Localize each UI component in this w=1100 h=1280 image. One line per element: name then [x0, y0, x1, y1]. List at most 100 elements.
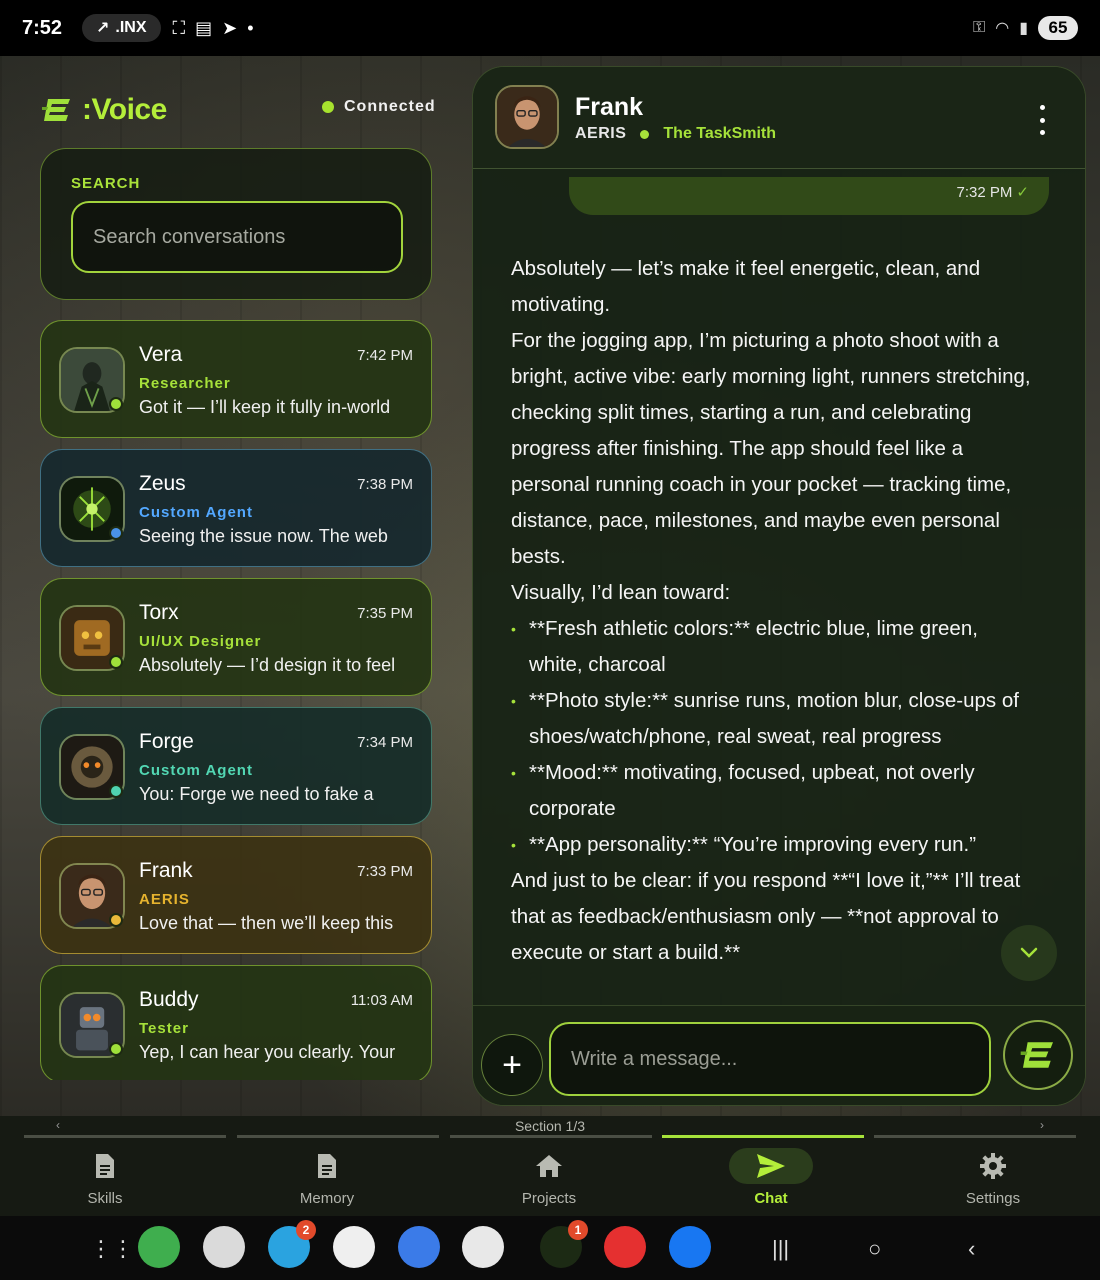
gear-icon: [951, 1148, 1035, 1184]
notification-badge: 2: [296, 1220, 316, 1240]
contact-tag: The TaskSmith: [663, 125, 777, 142]
conversation-time: 7:35 PM: [357, 605, 413, 622]
conversation-preview: Yep, I can hear you clearly. Your: [139, 1042, 396, 1062]
section-track: [24, 1135, 226, 1138]
section-track: [874, 1135, 1076, 1138]
nav-memory[interactable]: Memory: [222, 1146, 432, 1216]
status-bar: 7:52 ↗ .INX ⛶ ▤ ➤ • ⚿ ◠ ▮ 65: [0, 0, 1100, 56]
chatgpt-app-icon[interactable]: [333, 1226, 375, 1268]
home-button-icon[interactable]: ○: [868, 1236, 881, 1262]
brand-name: :Voice: [82, 93, 167, 126]
search-input[interactable]: [71, 201, 403, 273]
online-status-dot: [109, 1042, 123, 1056]
nav-label: Settings: [965, 1190, 1021, 1207]
signal-icon: ▮: [1019, 20, 1028, 37]
plus-icon: +: [502, 1045, 522, 1084]
key-icon: ⚿: [973, 19, 986, 36]
message-paragraph: Absolutely — let’s make it feel energeti…: [511, 257, 981, 316]
nav-skills[interactable]: Skills: [0, 1146, 210, 1216]
contact-org: AERIS: [575, 125, 627, 142]
conversation-name: Frank: [139, 859, 193, 882]
youtube-app-icon[interactable]: [604, 1226, 646, 1268]
conversation-preview: You: Forge we need to fake a: [139, 784, 374, 804]
conversation-item-torx[interactable]: Torx 7:35 PM UI/UX Designer Absolutely —…: [40, 578, 432, 696]
search-label: SEARCH: [71, 175, 141, 192]
nav-label: Skills: [87, 1190, 123, 1207]
nav-chat[interactable]: Chat: [666, 1146, 876, 1216]
conversation-item-zeus[interactable]: Zeus 7:38 PM Custom Agent Seeing the iss…: [40, 449, 432, 567]
nav-label: Chat: [754, 1190, 788, 1207]
section-track-active: [662, 1135, 864, 1138]
trend-icon: ↗: [96, 20, 110, 37]
nav-label: Projects: [521, 1190, 577, 1207]
conversation-time: 7:34 PM: [357, 734, 413, 751]
nav-projects[interactable]: Projects: [444, 1146, 654, 1216]
online-status-dot: [109, 655, 123, 669]
calculator-app-icon[interactable]: [203, 1226, 245, 1268]
message-bullet: **Fresh athletic colors:** electric blue…: [511, 611, 1031, 683]
sent-message-meta: 7:32 PM ✓: [957, 183, 1029, 201]
conversation-item-buddy[interactable]: Buddy 11:03 AM Tester Yep, I can hear yo…: [40, 965, 432, 1080]
back-button-icon[interactable]: ‹: [968, 1236, 975, 1262]
voice-logo-icon: [42, 99, 70, 121]
sent-message-bubble: 7:32 PM ✓: [569, 177, 1049, 215]
status-time: 7:52: [22, 16, 63, 39]
chat-panel: Frank AERIS The TaskSmith 7:32 PM ✓ Absol…: [472, 66, 1086, 1106]
message-icon: ▤: [195, 17, 213, 38]
ticker-label: .INX: [115, 19, 147, 36]
telegram-app-icon[interactable]: 2: [268, 1220, 316, 1268]
conversation-name: Vera: [139, 343, 183, 366]
voice-logo-icon: [1020, 1042, 1053, 1068]
stock-ticker-pill: ↗ .INX: [82, 14, 161, 42]
phone-app-icon[interactable]: [138, 1226, 180, 1268]
notification-badge: 1: [568, 1220, 588, 1240]
conversation-item-frank[interactable]: Frank 7:33 PM AERIS Love that — then we’…: [40, 836, 432, 954]
message-input[interactable]: [549, 1022, 991, 1096]
app-brand: :Voice: [42, 90, 167, 130]
section-next-icon[interactable]: ›: [1040, 1118, 1044, 1132]
check-icon: ✓: [1016, 184, 1029, 201]
nav-settings[interactable]: Settings: [888, 1146, 1098, 1216]
more-options-icon[interactable]: [1037, 105, 1047, 135]
conversation-time: 7:33 PM: [357, 863, 413, 880]
message-paragraph: Visually, I’d lean toward:: [511, 581, 731, 604]
facebook-app-icon[interactable]: [669, 1226, 711, 1268]
conversation-time: 11:03 AM: [350, 992, 413, 1009]
status-dot: [109, 913, 123, 927]
voice-app-icon[interactable]: 1: [540, 1220, 588, 1268]
online-status-dot: [109, 397, 123, 411]
chrome-app-icon[interactable]: [462, 1226, 504, 1268]
section-track: [237, 1135, 439, 1138]
conversation-preview: Seeing the issue now. The web: [139, 526, 388, 546]
messages-app-icon[interactable]: [398, 1226, 440, 1268]
composer: +: [473, 1005, 1085, 1105]
recent-apps-icon[interactable]: |||: [772, 1236, 789, 1262]
scroll-down-button[interactable]: [1001, 925, 1057, 981]
conversation-preview: Absolutely — I’d design it to feel: [139, 655, 396, 675]
message-paragraph: And just to be clear: if you respond **“…: [511, 869, 1021, 964]
contact-avatar[interactable]: [495, 85, 559, 149]
section-indicator: Section 1/3: [514, 1118, 586, 1134]
message-bullet-list: **Fresh athletic colors:** electric blue…: [511, 611, 1031, 863]
connection-label: Connected: [344, 98, 436, 115]
app-drawer-icon[interactable]: ⋮⋮: [90, 1236, 134, 1262]
bottom-navigation: ‹ Section 1/3 › Skills Memory Projects C…: [0, 1116, 1100, 1216]
conversation-item-vera[interactable]: Vera 7:42 PM Researcher Got it — I’ll ke…: [40, 320, 432, 438]
nav-label: Memory: [299, 1190, 355, 1207]
conversation-name: Buddy: [139, 988, 199, 1011]
add-attachment-button[interactable]: +: [481, 1034, 543, 1096]
conversation-role: Custom Agent: [139, 504, 253, 521]
system-dock: ⋮⋮ 2 1 ||| ○ ‹: [0, 1216, 1100, 1280]
conversation-role: Researcher: [139, 375, 231, 392]
conversation-role: AERIS: [139, 891, 190, 908]
conversation-time: 7:38 PM: [357, 476, 413, 493]
conversation-preview: Got it — I’ll keep it fully in-world: [139, 397, 391, 417]
conversation-name: Torx: [139, 601, 179, 624]
screenshot-icon: ⛶: [172, 17, 186, 38]
conversation-list[interactable]: Vera 7:42 PM Researcher Got it — I’ll ke…: [40, 320, 432, 1080]
conversation-role: UI/UX Designer: [139, 633, 262, 650]
send-icon: [729, 1148, 813, 1184]
voice-send-button[interactable]: [1003, 1020, 1073, 1090]
conversation-item-forge[interactable]: Forge 7:34 PM Custom Agent You: Forge we…: [40, 707, 432, 825]
contact-subtitle: AERIS The TaskSmith: [575, 125, 776, 143]
